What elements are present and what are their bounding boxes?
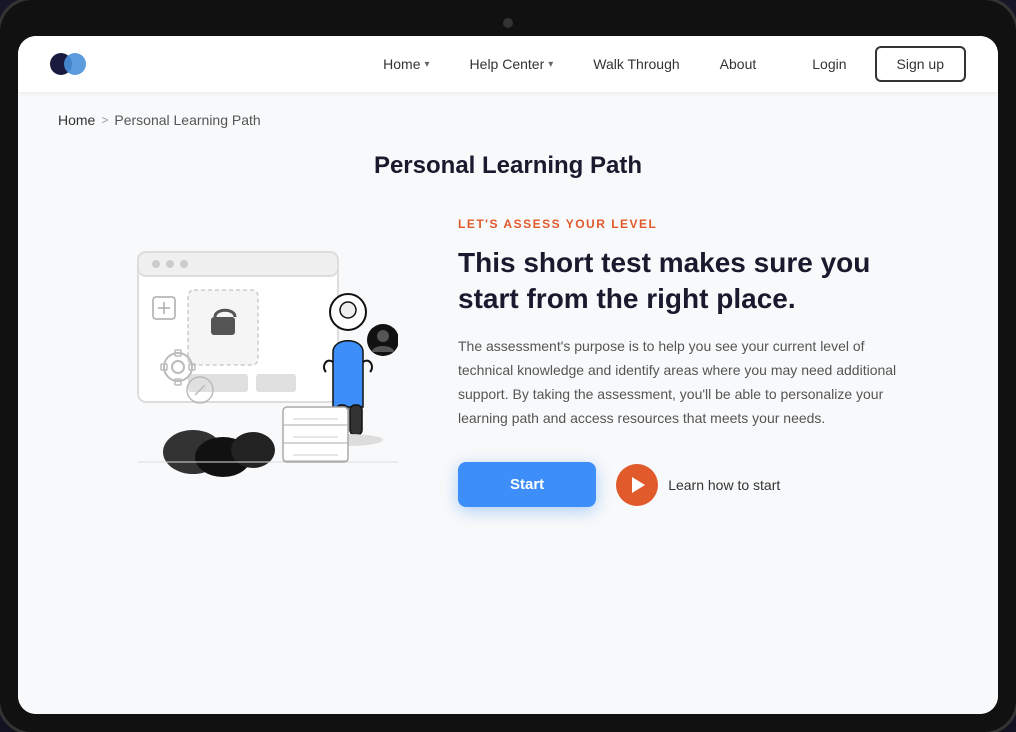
main-description: The assessment's purpose is to help you … <box>458 335 898 430</box>
tablet-frame: Home ▾ Help Center ▾ Walk Through About … <box>0 0 1016 732</box>
nav-walkthrough-label: Walk Through <box>593 56 679 72</box>
play-triangle-icon <box>632 477 645 493</box>
tablet-camera <box>503 18 513 28</box>
nav-auth: Login Sign up <box>796 46 966 82</box>
chevron-down-icon: ▾ <box>425 59 430 70</box>
breadcrumb: Home > Personal Learning Path <box>18 92 998 136</box>
login-button[interactable]: Login <box>796 48 862 80</box>
learn-how-text: Learn how to start <box>668 477 780 493</box>
learn-how-button[interactable]: Learn how to start <box>616 464 780 506</box>
signup-button[interactable]: Sign up <box>875 46 966 82</box>
nav-links: Home ▾ Help Center ▾ Walk Through About <box>367 48 772 80</box>
right-content: LET'S ASSESS YOUR LEVEL This short test … <box>458 217 898 508</box>
play-button-icon <box>616 464 658 506</box>
nav-item-walk-through[interactable]: Walk Through <box>577 48 695 80</box>
assess-label: LET'S ASSESS YOUR LEVEL <box>458 217 898 231</box>
nav-item-help-center[interactable]: Help Center ▾ <box>454 48 570 80</box>
logo-icon <box>50 45 88 83</box>
nav-about-label: About <box>720 56 757 72</box>
navbar: Home ▾ Help Center ▾ Walk Through About … <box>18 36 998 92</box>
breadcrumb-separator: > <box>101 113 108 127</box>
nav-item-about[interactable]: About <box>704 48 773 80</box>
page-title-section: Personal Learning Path <box>18 136 998 212</box>
nav-item-home[interactable]: Home ▾ <box>367 48 445 80</box>
illustration-container <box>78 212 398 512</box>
tablet-screen: Home ▾ Help Center ▾ Walk Through About … <box>18 36 998 714</box>
nav-home-label: Home <box>383 56 420 72</box>
page-content: Home > Personal Learning Path Personal L… <box>18 92 998 714</box>
page-title: Personal Learning Path <box>18 152 998 180</box>
main-heading: This short test makes sure you start fro… <box>458 245 898 318</box>
nav-logo[interactable] <box>50 45 88 83</box>
main-section: LET'S ASSESS YOUR LEVEL This short test … <box>18 212 998 552</box>
nav-help-label: Help Center <box>470 56 545 72</box>
chevron-down-icon: ▾ <box>548 59 553 70</box>
start-button[interactable]: Start <box>458 462 596 507</box>
logo-circle-right <box>64 53 86 75</box>
cta-row: Start Learn how to start <box>458 462 898 507</box>
breadcrumb-home[interactable]: Home <box>58 112 95 128</box>
breadcrumb-current: Personal Learning Path <box>114 112 260 128</box>
hero-illustration <box>78 222 398 502</box>
